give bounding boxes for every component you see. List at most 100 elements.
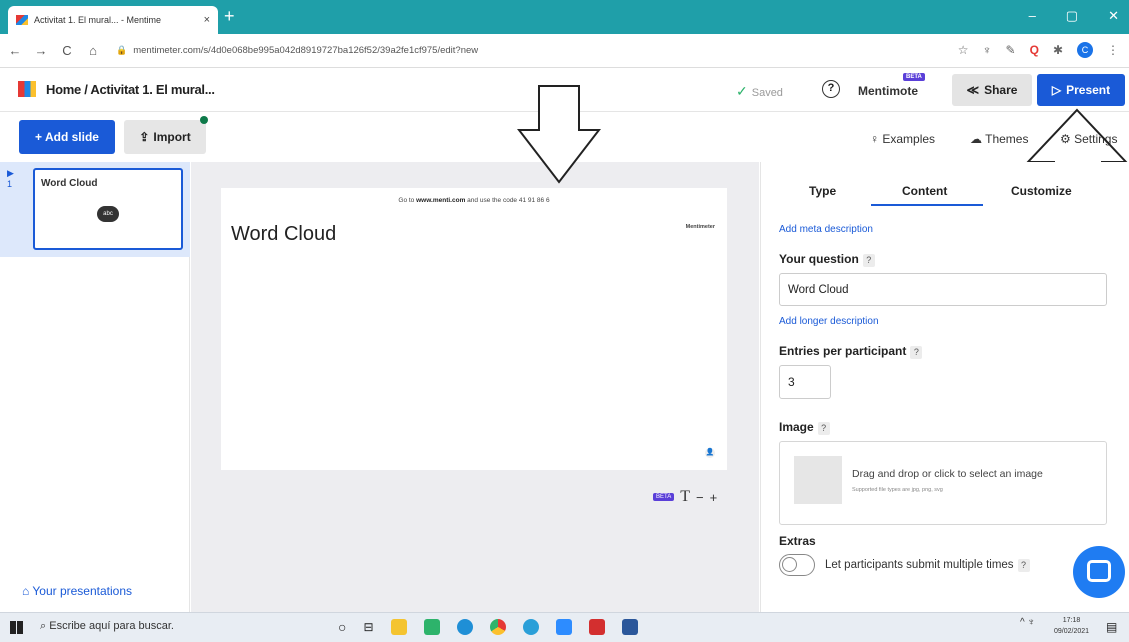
- home-icon[interactable]: ⌂: [82, 43, 104, 58]
- cortana-icon[interactable]: ○: [338, 619, 346, 635]
- examples-button[interactable]: ♀ Examples: [870, 132, 935, 146]
- add-longer-description-link[interactable]: Add longer description: [779, 316, 879, 327]
- mentimeter-logo-icon[interactable]: [18, 81, 36, 97]
- beta-badge: BETA: [903, 73, 925, 81]
- back-icon[interactable]: ←: [4, 43, 26, 58]
- present-label: Present: [1066, 83, 1111, 97]
- system-tray[interactable]: ^ ♆: [1020, 617, 1035, 628]
- taskbar-search[interactable]: ⌕ Escribe aquí para buscar.: [40, 620, 174, 633]
- decrease-text-button[interactable]: −: [696, 490, 704, 505]
- text-size-icon: T: [680, 488, 691, 505]
- slide-list: ▶ 1 Word Cloud abc ⌂ Your presentations: [0, 162, 190, 612]
- word-cloud-icon: abc: [97, 206, 119, 222]
- url-field[interactable]: 🔒 mentimeter.com/s/4d0e068be995a042d8919…: [116, 45, 478, 56]
- share-button[interactable]: ≪ Share: [952, 74, 1032, 106]
- search-placeholder: Escribe aquí para buscar.: [49, 620, 174, 632]
- slide-title: Word Cloud: [231, 223, 337, 245]
- import-label: Import: [153, 130, 191, 144]
- tab-close-icon[interactable]: ×: [204, 14, 210, 26]
- slide-item-selected[interactable]: ▶ 1 Word Cloud abc: [0, 162, 190, 257]
- active-tab-indicator: [871, 204, 983, 206]
- telegram-icon[interactable]: [522, 619, 539, 635]
- present-button[interactable]: ▷ Present: [1037, 74, 1125, 106]
- notification-dot: [200, 116, 208, 124]
- image-label: Image?: [779, 420, 830, 435]
- notifications-icon[interactable]: ▤: [1106, 620, 1117, 634]
- chrome-icon[interactable]: [489, 619, 506, 635]
- annotation-arrow-down-icon: [517, 85, 601, 184]
- slide-mentimeter-logo: Mentimeter: [685, 224, 715, 230]
- tab-content[interactable]: Content: [902, 184, 947, 198]
- edge-icon[interactable]: [456, 619, 473, 635]
- browser-tab[interactable]: Activitat 1. El mural... - Mentime ×: [8, 6, 218, 34]
- reload-icon[interactable]: C: [56, 43, 78, 58]
- tab-customize[interactable]: Customize: [1011, 184, 1072, 198]
- acrobat-icon[interactable]: [588, 619, 605, 635]
- puzzle-extensions-icon[interactable]: ✱: [1053, 43, 1063, 57]
- zoom-icon[interactable]: [555, 619, 572, 635]
- search-icon: ⌕: [40, 620, 47, 632]
- text-size-control: BETA T − +: [653, 488, 717, 506]
- add-slide-button[interactable]: + Add slide: [19, 120, 115, 154]
- taskbar-apps: ○ ⊟: [338, 619, 638, 635]
- bookmark-star-icon[interactable]: ☆: [958, 43, 969, 57]
- themes-button[interactable]: ☁ Themes: [970, 132, 1028, 146]
- toggle-knob: [782, 557, 797, 572]
- dropzone-subtext: Supported file types are jpg, png, svg: [852, 487, 943, 493]
- maximize-button[interactable]: ▢: [1066, 8, 1078, 24]
- slide-thumbnail[interactable]: Word Cloud abc: [33, 168, 183, 250]
- address-bar: ← → C ⌂ 🔒 mentimeter.com/s/4d0e068be995a…: [0, 34, 1129, 68]
- slide-preview[interactable]: Go to www.menti.com and use the code 41 …: [221, 188, 727, 470]
- help-entries-icon[interactable]: ?: [910, 346, 923, 359]
- import-button[interactable]: ⇪ Import: [124, 120, 206, 154]
- green-app-icon[interactable]: [423, 619, 440, 635]
- entries-input[interactable]: [779, 365, 831, 399]
- help-question-icon[interactable]: ?: [862, 254, 875, 267]
- help-image-icon[interactable]: ?: [817, 422, 830, 435]
- saved-status: ✓ Saved: [736, 83, 783, 100]
- play-icon: ▷: [1051, 83, 1062, 97]
- new-tab-button[interactable]: +: [224, 6, 235, 27]
- slide-settings-panel: Type Content Customize Add meta descript…: [760, 162, 1129, 612]
- minimize-button[interactable]: –: [1029, 8, 1036, 24]
- examples-label: Examples: [882, 132, 936, 146]
- windows-taskbar: ⌕ Escribe aquí para buscar. ○ ⊟ ^ ♆ 17:1…: [0, 612, 1129, 642]
- tab-type[interactable]: Type: [809, 184, 836, 198]
- your-presentations-label: Your presentations: [32, 584, 133, 598]
- chat-support-button[interactable]: [1073, 546, 1125, 598]
- task-view-icon[interactable]: ⊟: [363, 620, 373, 634]
- mentimote-button[interactable]: Mentimote BETA: [858, 73, 925, 98]
- tab-title: Activitat 1. El mural... - Mentime: [34, 15, 162, 25]
- windows-start-icon[interactable]: [10, 621, 23, 634]
- dropzone-text: Drag and drop or click to select an imag…: [852, 468, 1043, 480]
- close-window-button[interactable]: ✕: [1108, 8, 1119, 24]
- multiple-submit-toggle[interactable]: [779, 554, 815, 576]
- browser-menu-icon[interactable]: ⋮: [1107, 43, 1119, 57]
- add-meta-description-link[interactable]: Add meta description: [779, 224, 873, 235]
- extensions-area: ☆ ♆ ✎ Q ✱ C ⋮: [958, 42, 1119, 58]
- breadcrumb[interactable]: Home / Activitat 1. El mural...: [46, 82, 215, 97]
- image-dropzone[interactable]: Drag and drop or click to select an imag…: [779, 441, 1107, 525]
- entries-label: Entries per participant?: [779, 344, 923, 359]
- pen-extension-icon[interactable]: ✎: [1006, 43, 1016, 57]
- red-extension-icon[interactable]: Q: [1030, 43, 1039, 57]
- your-presentations-link[interactable]: ⌂ Your presentations: [22, 584, 132, 598]
- palette-icon: ☁: [970, 132, 982, 146]
- profile-avatar[interactable]: C: [1077, 42, 1093, 58]
- check-icon: ✓: [736, 83, 748, 99]
- file-explorer-icon[interactable]: [390, 619, 407, 635]
- increase-text-button[interactable]: +: [710, 490, 718, 505]
- question-input[interactable]: [779, 273, 1107, 306]
- image-placeholder: [794, 456, 842, 504]
- help-icon[interactable]: ?: [822, 80, 840, 98]
- taskbar-clock[interactable]: 17:18 09/02/2021: [1054, 615, 1089, 637]
- join-code-line: Go to www.menti.com and use the code 41 …: [398, 197, 550, 204]
- slide-number: ▶ 1: [7, 168, 14, 189]
- extension-icon[interactable]: ♆: [983, 43, 992, 57]
- window-controls: – ▢ ✕: [1029, 8, 1119, 24]
- url-text: mentimeter.com/s/4d0e068be995a042d891972…: [133, 45, 479, 56]
- help-extras-icon[interactable]: ?: [1017, 559, 1030, 572]
- forward-icon[interactable]: →: [30, 43, 52, 58]
- word-icon[interactable]: [621, 619, 638, 635]
- toggle-label: Let participants submit multiple times?: [825, 559, 1030, 572]
